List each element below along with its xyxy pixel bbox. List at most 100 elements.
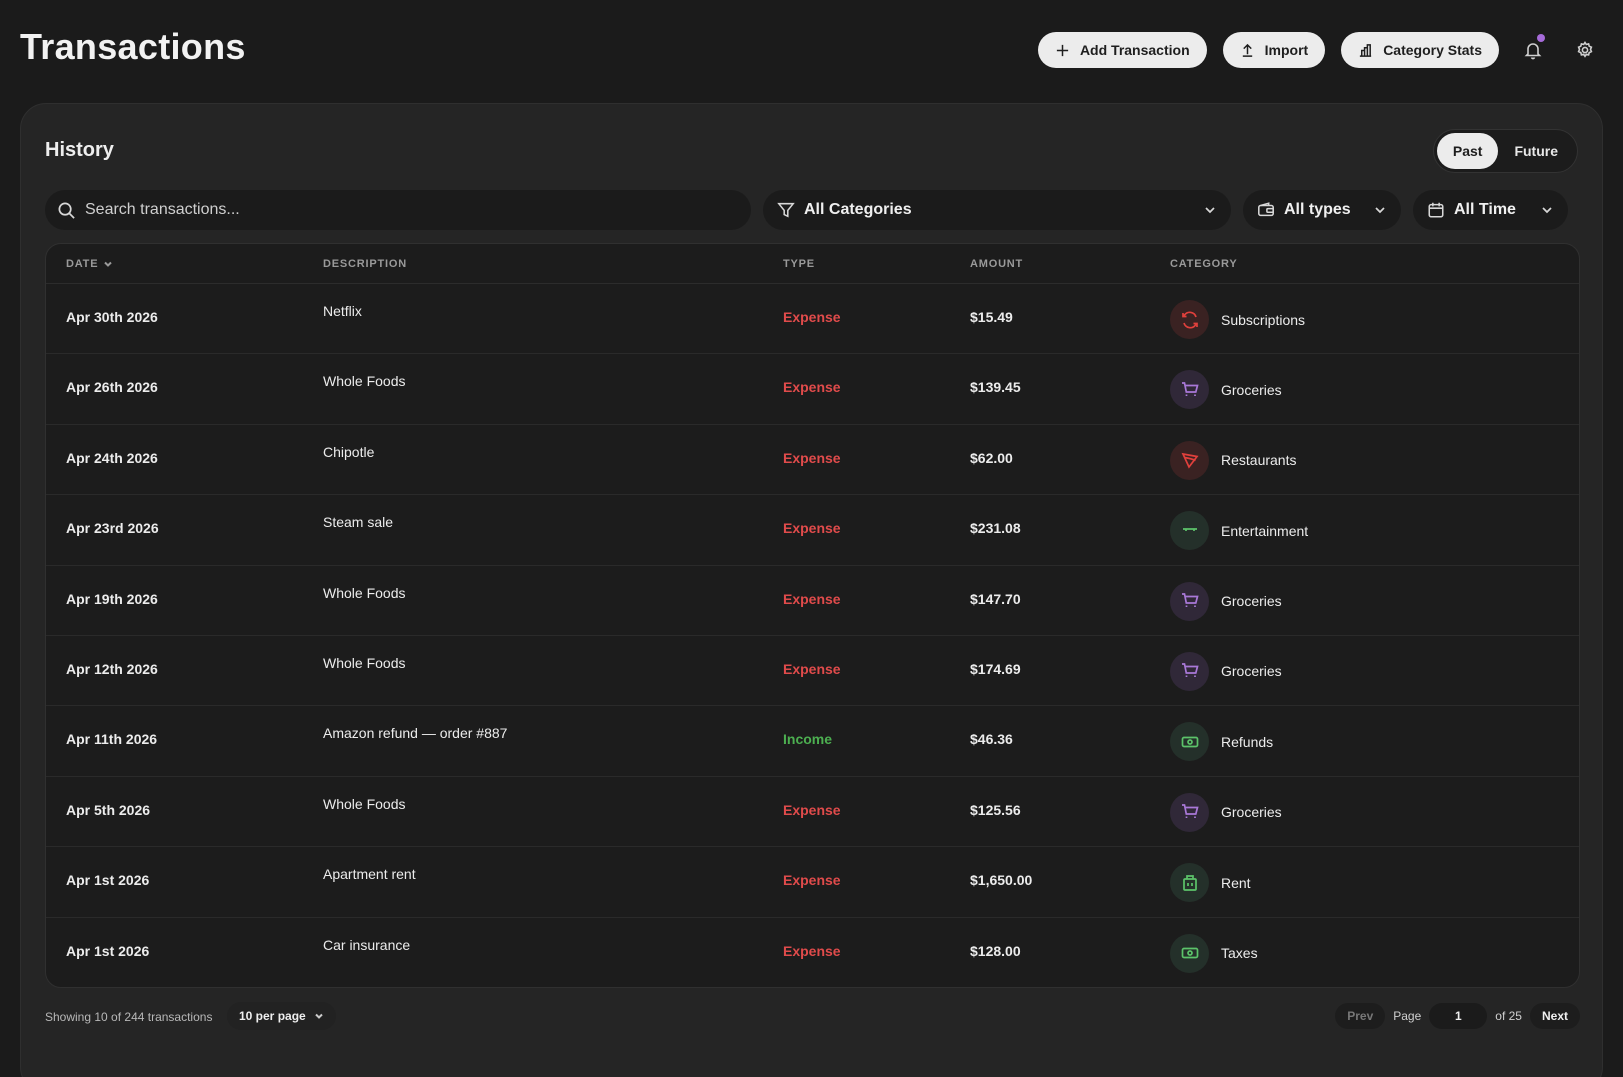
table-row[interactable]: Apr 19th 2026 Whole Foods Expense $147.70 Gr… [46,566,1579,636]
past-future-toggle: Past Future [1432,129,1578,173]
prev-page-button[interactable]: Prev [1335,1003,1386,1029]
row-description: Steam sale [323,514,394,531]
row-category-label: Restaurants [1221,452,1297,469]
row-description: Apartment rent [323,866,416,883]
table-row[interactable]: Apr 30th 2026 Netflix Expense $15.49 Subscri… [46,284,1579,355]
tab-past[interactable]: Past [1436,133,1499,169]
category-stats-label: Category Stats [1383,42,1482,58]
category-filter-dropdown[interactable]: All Categories [763,190,1231,230]
row-date: Apr 19th 2026 [66,590,158,607]
row-description: Amazon refund — order #887 [323,725,508,742]
row-date: Apr 11th 2026 [66,731,158,748]
filter-icon [777,202,795,218]
cart-icon [1170,370,1209,410]
add-transaction-button[interactable]: Add Transaction [1037,32,1207,68]
table-row[interactable]: Apr 1st 2026 Apartment rent Expense $1,650.… [46,847,1579,918]
search-box [45,190,751,230]
column-type-header: TYPE [783,258,815,270]
cart-icon [1170,581,1209,621]
chevron-down-icon [314,1013,323,1019]
row-category: Taxes [1170,933,1258,973]
table-row[interactable]: Apr 5th 2026 Whole Foods Expense $125.56 Gro… [46,777,1579,848]
row-date: Apr 5th 2026 [66,801,151,818]
chevron-down-icon [1205,207,1215,214]
wallet-icon [1258,202,1274,217]
gamepad-icon [1170,511,1209,551]
row-amount: $147.70 [970,590,1021,607]
gear-icon [1577,41,1593,58]
column-amount-header: AMOUNT [970,258,1024,270]
search-input[interactable] [85,201,685,219]
pagination: Prev Page of 25 Next [1335,1002,1580,1030]
table-row[interactable]: Apr 24th 2026 Chipotle Expense $62.00 Restau… [46,425,1579,496]
row-date: Apr 24th 2026 [66,449,158,466]
row-type: Expense [783,520,841,537]
chevron-down-icon [1542,207,1552,214]
tab-future[interactable]: Future [1498,133,1574,169]
row-category-label: Refunds [1221,733,1274,750]
transactions-table: DATE DESCRIPTION TYPE AMOUNT CATEGORY Ap… [45,243,1580,988]
cash-icon [1170,722,1209,762]
column-description-header: DESCRIPTION [323,258,407,270]
row-category: Groceries [1170,370,1282,410]
calendar-icon [1428,202,1444,218]
row-type: Expense [783,449,841,466]
row-amount: $174.69 [970,660,1021,677]
row-amount: $1,650.00 [970,872,1033,889]
add-transaction-label: Add Transaction [1079,42,1190,58]
row-amount: $125.56 [970,801,1021,818]
table-row[interactable]: Apr 23rd 2026 Steam sale Expense $231.08 Ent… [46,495,1579,566]
import-label: Import [1264,42,1309,58]
row-description: Whole Foods [323,584,406,601]
notifications-button[interactable] [1515,32,1551,68]
table-row[interactable]: Apr 11th 2026 Amazon refund — order #887 I… [46,706,1579,777]
row-type: Income [783,731,833,748]
refresh-icon [1170,300,1209,339]
column-date-label: DATE [66,258,99,270]
history-panel: History Past Future All Categories All t… [20,103,1603,1077]
category-stats-button[interactable]: Category Stats [1341,32,1499,68]
cash-icon [1170,933,1209,973]
row-category-label: Groceries [1221,804,1282,821]
settings-button[interactable] [1567,32,1603,68]
time-filter-dropdown[interactable]: All Time [1413,190,1568,230]
row-category: Groceries [1170,792,1282,832]
row-type: Expense [783,660,841,677]
row-description: Netflix [323,303,362,319]
row-category-label: Subscriptions [1221,311,1306,328]
table-row[interactable]: Apr 26th 2026 Whole Foods Expense $139.45 Gr… [46,354,1579,425]
row-date: Apr 12th 2026 [66,660,158,677]
row-description: Whole Foods [323,373,406,390]
per-page-value: 10 per page [239,1009,306,1023]
row-type: Expense [783,309,841,325]
row-type: Expense [783,590,841,607]
notification-dot [1537,34,1545,42]
row-amount: $231.08 [970,520,1021,537]
next-page-button[interactable]: Next [1529,1003,1580,1029]
row-category: Rent [1170,863,1251,903]
time-filter-value: All Time [1454,201,1516,218]
row-category: Groceries [1170,651,1282,691]
type-filter-value: All types [1284,201,1351,218]
row-amount: $46.36 [970,731,1013,748]
page-count: of 25 [1495,1009,1522,1023]
per-page-select[interactable]: 10 per page [227,1002,336,1030]
cart-icon [1170,792,1209,832]
bar-chart-icon [1360,43,1372,57]
page-number-input[interactable] [1429,1003,1488,1029]
row-description: Whole Foods [323,654,406,671]
row-date: Apr 26th 2026 [66,379,158,396]
plus-icon [1056,44,1069,56]
chevron-down-icon [1375,207,1385,214]
import-button[interactable]: Import [1222,32,1326,68]
table-header: DATE DESCRIPTION TYPE AMOUNT CATEGORY [46,244,1579,284]
table-row[interactable]: Apr 1st 2026 Car insurance Expense $128.00 T… [46,918,1579,987]
table-footer: Showing 10 of 244 transactions 10 per pa… [45,1002,1580,1032]
upload-icon [1242,43,1252,57]
column-date-header[interactable]: DATE [66,258,113,270]
row-category: Refunds [1170,722,1274,762]
row-category: Groceries [1170,581,1282,621]
table-row[interactable]: Apr 12th 2026 Whole Foods Expense $174.69 Gr… [46,636,1579,707]
row-category-label: Groceries [1221,663,1282,680]
type-filter-dropdown[interactable]: All types [1243,190,1401,230]
